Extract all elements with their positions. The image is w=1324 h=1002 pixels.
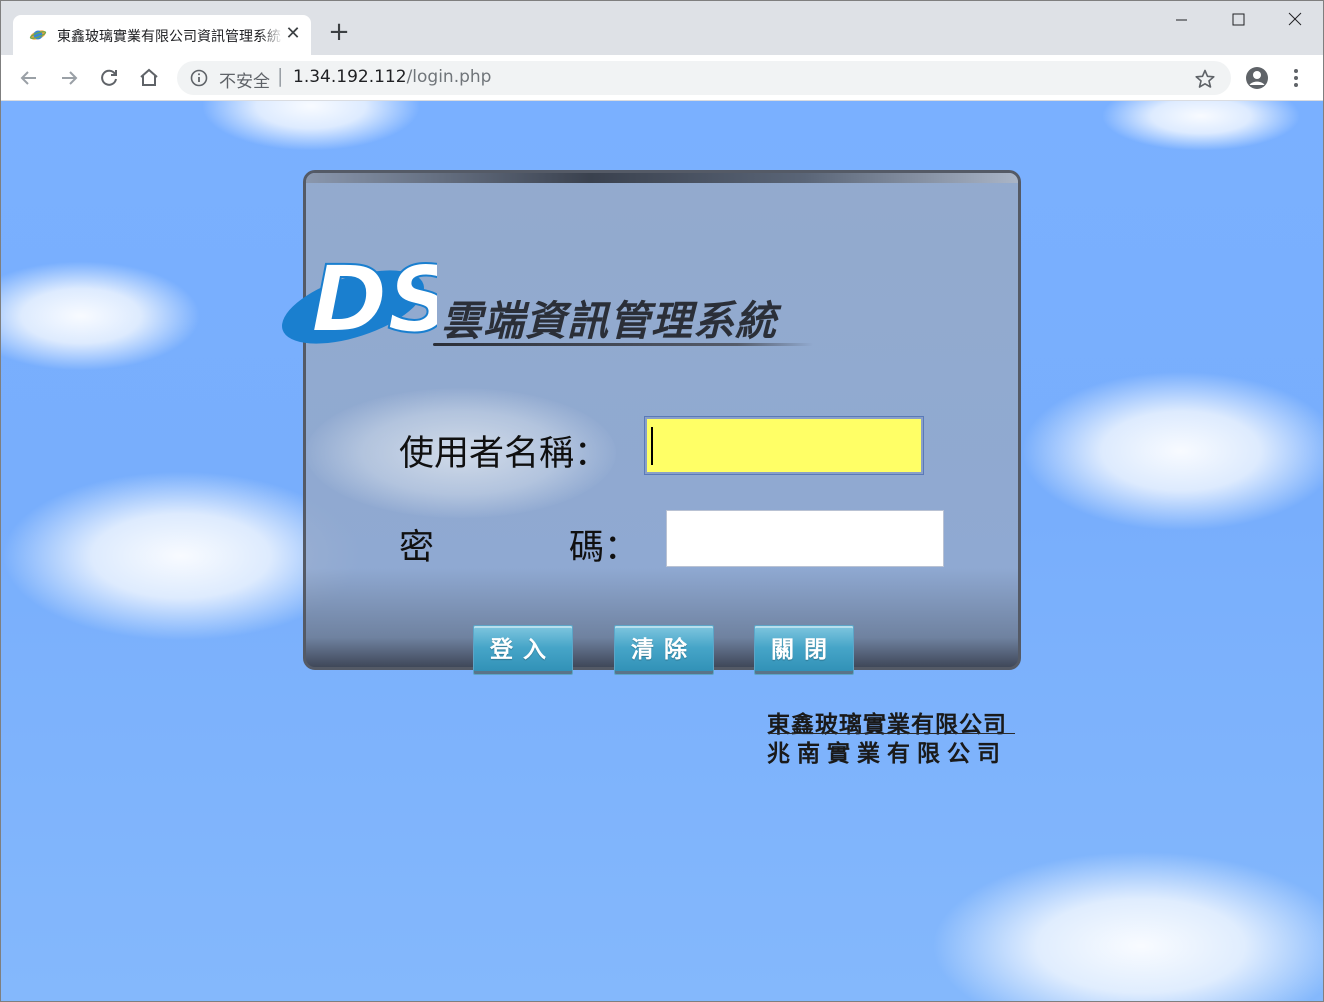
cloud (1101, 101, 1301, 151)
security-label: 不安全 (219, 72, 270, 92)
title-underline (433, 343, 813, 346)
star-icon[interactable] (1194, 68, 1216, 90)
home-icon[interactable] (136, 65, 162, 91)
minimize-icon[interactable] (1158, 5, 1204, 35)
company-name-secondary: 兆南實業有限公司 (767, 740, 1007, 767)
browser-toolbar: 不安全 | 1.34.192.112/login.php (1, 55, 1323, 101)
new-tab-button[interactable]: + (326, 19, 352, 45)
panel-top-bar (306, 173, 1018, 183)
system-title: 雲端資訊管理系統 (441, 297, 777, 345)
username-label: 使用者名稱： (399, 434, 610, 474)
favicon-icon (29, 30, 47, 40)
browser-tab[interactable]: 東鑫玻璃實業有限公司資訊管理系統 ✕ (13, 15, 311, 55)
tab-title: 東鑫玻璃實業有限公司資訊管理系統 (57, 26, 283, 46)
url-path: /login.php (406, 67, 492, 87)
cloud (1, 261, 201, 371)
clear-button[interactable]: 清除 (614, 625, 714, 675)
tab-close-icon[interactable]: ✕ (284, 25, 302, 43)
text-caret (651, 427, 653, 465)
login-button[interactable]: 登入 (473, 625, 573, 675)
forward-icon[interactable] (56, 65, 82, 91)
reload-icon[interactable] (96, 65, 122, 91)
ds-logo: DS (282, 245, 437, 349)
profile-icon[interactable] (1244, 65, 1270, 91)
url-host: 1.34.192.112 (293, 67, 407, 87)
url-text[interactable]: 1.34.192.112/login.php (293, 67, 491, 87)
window-close-icon[interactable] (1272, 5, 1318, 35)
cloud (1021, 371, 1323, 531)
logo-text: DS (311, 246, 437, 349)
password-label-second: 碼： (569, 528, 640, 568)
close-button[interactable]: 關閉 (754, 625, 854, 675)
url-separator: | (277, 65, 284, 87)
browser-window: 東鑫玻璃實業有限公司資訊管理系統 ✕ + 不安全 | 1.34.192.112/… (0, 0, 1324, 1002)
password-label-first: 密 (399, 528, 435, 568)
info-icon[interactable] (190, 69, 208, 87)
tab-strip: 東鑫玻璃實業有限公司資訊管理系統 ✕ + (1, 1, 1323, 55)
address-bar[interactable]: 不安全 | 1.34.192.112/login.php (177, 61, 1231, 95)
back-icon[interactable] (16, 65, 42, 91)
cloud (931, 851, 1323, 1001)
maximize-icon[interactable] (1215, 5, 1261, 35)
cloud (201, 101, 421, 151)
menu-icon[interactable] (1285, 65, 1307, 91)
password-input[interactable] (666, 510, 944, 567)
username-input[interactable] (644, 416, 924, 475)
